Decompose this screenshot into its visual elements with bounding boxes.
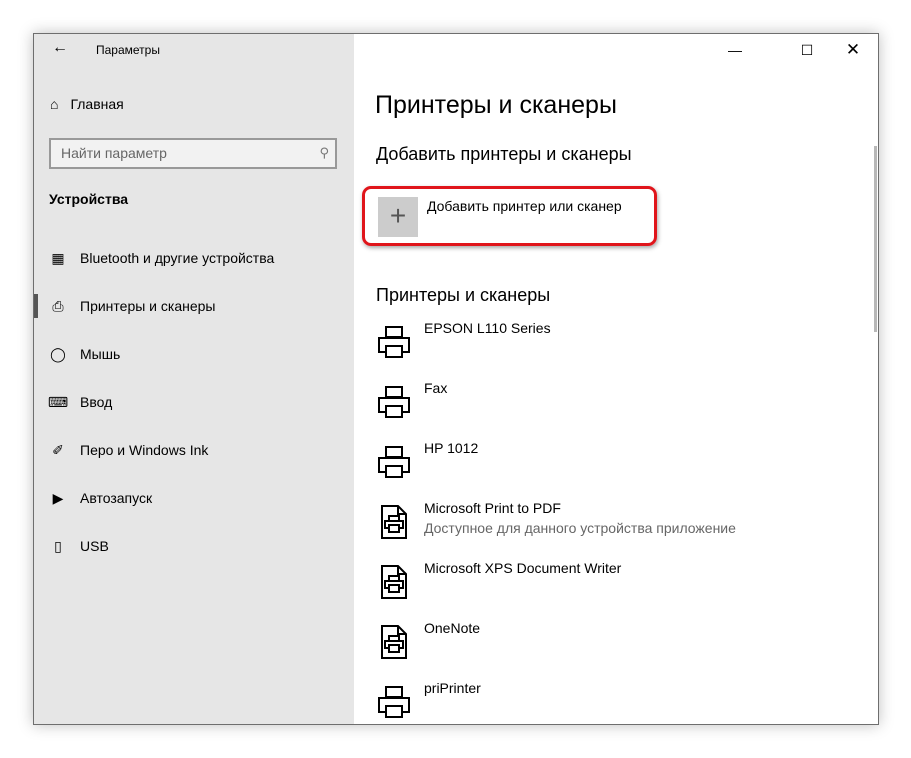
- plus-icon[interactable]: +: [378, 197, 418, 237]
- device-name: HP 1012: [424, 440, 478, 456]
- sidebar-item[interactable]: ⌨Ввод: [34, 382, 354, 422]
- search-icon[interactable]: ⚲: [319, 145, 329, 161]
- main-panel: — ☐ ✕ Принтеры и сканеры Добавить принте…: [354, 34, 878, 724]
- search-input[interactable]: Найти параметр ⚲: [49, 138, 337, 169]
- sidebar-item-label: Ввод: [80, 394, 112, 410]
- sidebar-item[interactable]: ▯USB: [34, 526, 354, 566]
- printer-icon: [376, 684, 412, 720]
- device-name: EPSON L110 Series: [424, 320, 551, 336]
- add-section-heading: Добавить принтеры и сканеры: [376, 144, 632, 165]
- scrollbar[interactable]: [874, 146, 877, 332]
- device-item[interactable]: HP 1012: [376, 440, 816, 500]
- add-printer-button[interactable]: Добавить принтер или сканер: [427, 198, 622, 214]
- section-heading: Устройства: [49, 191, 128, 207]
- sidebar-item-label: Перо и Windows Ink: [80, 442, 208, 458]
- device-name: Microsoft XPS Document Writer: [424, 560, 621, 576]
- device-name: priPrinter: [424, 680, 481, 696]
- sidebar-item[interactable]: ▦Bluetooth и другие устройства: [34, 238, 354, 278]
- back-arrow-icon[interactable]: ←: [52, 39, 68, 57]
- settings-window: ← Параметры ⌂ Главная Найти параметр ⚲ Уст…: [33, 33, 879, 725]
- device-item[interactable]: OneNote: [376, 620, 816, 680]
- pen-icon: ✐: [34, 442, 80, 459]
- mouse-icon: ◯: [34, 346, 80, 363]
- printer-icon: ⎙: [34, 298, 80, 315]
- device-name: Microsoft Print to PDF: [424, 500, 561, 516]
- device-name: OneNote: [424, 620, 480, 636]
- device-status: Доступное для данного устройства приложе…: [424, 520, 736, 536]
- device-item[interactable]: Fax: [376, 380, 816, 440]
- sidebar-item[interactable]: ◯Мышь: [34, 334, 354, 374]
- printer-icon: [376, 324, 412, 360]
- autoplay-icon: ▶: [34, 490, 80, 507]
- sidebar-item-label: USB: [80, 538, 109, 554]
- device-item[interactable]: Microsoft Print to PDF Доступное для данн…: [376, 500, 816, 560]
- device-name: Fax: [424, 380, 447, 396]
- list-section-heading: Принтеры и сканеры: [376, 285, 550, 306]
- printer-icon: [376, 444, 412, 480]
- home-icon: ⌂: [50, 96, 58, 112]
- sidebar-home[interactable]: ⌂ Главная: [50, 96, 124, 112]
- device-item[interactable]: priPrinter: [376, 680, 816, 725]
- page-title: Принтеры и сканеры: [375, 91, 617, 120]
- close-button[interactable]: ✕: [830, 34, 876, 66]
- bluetooth-devices-icon: ▦: [34, 250, 80, 267]
- sidebar-item[interactable]: ▶Автозапуск: [34, 478, 354, 518]
- document-printer-icon: [376, 624, 412, 660]
- sidebar-item-label: Автозапуск: [80, 490, 152, 506]
- minimize-button[interactable]: —: [712, 34, 758, 66]
- window-title: Параметры: [96, 43, 160, 57]
- printer-icon: [376, 384, 412, 420]
- sidebar-item-label: Принтеры и сканеры: [80, 298, 215, 314]
- device-item[interactable]: Microsoft XPS Document Writer: [376, 560, 816, 620]
- document-printer-icon: [376, 504, 412, 540]
- keyboard-icon: ⌨: [34, 394, 80, 411]
- home-label: Главная: [70, 96, 123, 112]
- search-placeholder: Найти параметр: [61, 145, 167, 161]
- sidebar-item[interactable]: ✐Перо и Windows Ink: [34, 430, 354, 470]
- sidebar: ← Параметры ⌂ Главная Найти параметр ⚲ Уст…: [34, 34, 354, 724]
- sidebar-item-label: Bluetooth и другие устройства: [80, 250, 274, 266]
- usb-icon: ▯: [34, 538, 80, 555]
- sidebar-item-label: Мышь: [80, 346, 120, 362]
- document-printer-icon: [376, 564, 412, 600]
- sidebar-item[interactable]: ⎙Принтеры и сканеры: [34, 286, 354, 326]
- maximize-button[interactable]: ☐: [784, 34, 830, 66]
- device-item[interactable]: EPSON L110 Series: [376, 320, 816, 380]
